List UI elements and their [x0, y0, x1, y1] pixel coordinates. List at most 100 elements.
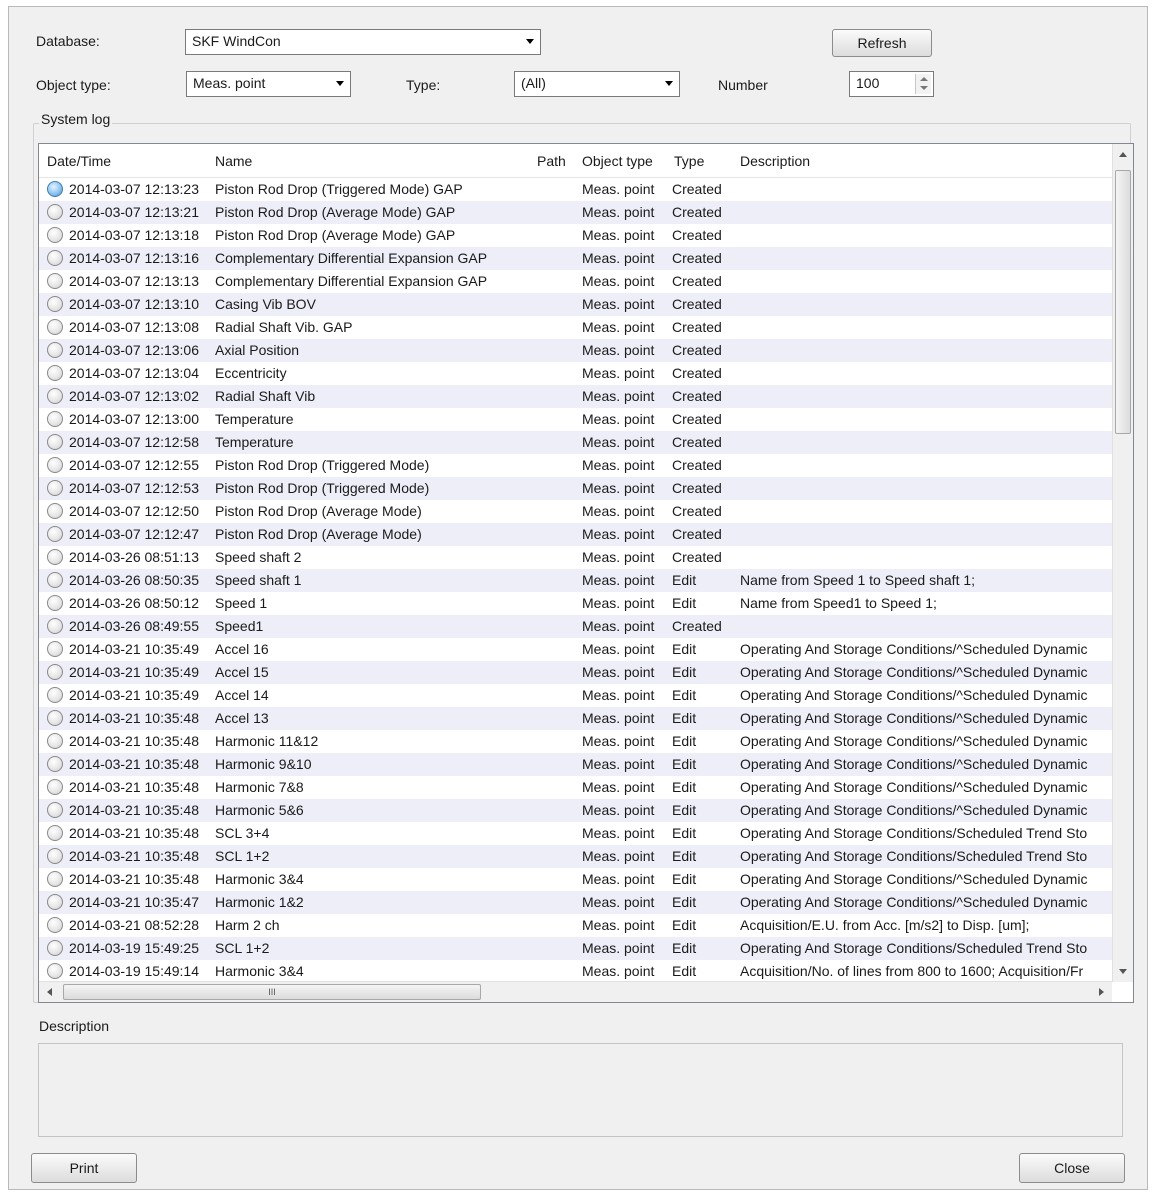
type-combo[interactable]: (All) — [514, 71, 680, 97]
cell-datetime: 2014-03-26 08:50:35 — [69, 572, 199, 588]
table-row[interactable]: 2014-03-21 10:35:48 Harmonic 9&10 Meas. po… — [39, 753, 1112, 776]
cell-type: Created — [672, 273, 722, 289]
cell-description: Operating And Storage Conditions/^Schedu… — [740, 664, 1088, 680]
object-type-value: Meas. point — [193, 75, 266, 91]
table-row[interactable]: 2014-03-21 10:35:48 Harmonic 7&8 Meas. poi… — [39, 776, 1112, 799]
scroll-right-icon[interactable] — [1099, 988, 1104, 996]
table-row[interactable]: 2014-03-19 15:49:14 Harmonic 3&4 Meas. poi… — [39, 960, 1112, 983]
print-button[interactable]: Print — [31, 1153, 137, 1183]
column-header-object-type[interactable]: Object type — [582, 153, 653, 169]
cell-name: Axial Position — [215, 342, 300, 358]
scroll-down-icon[interactable] — [1119, 969, 1127, 974]
table-row[interactable]: 2014-03-07 12:12:50 Piston Rod Drop (Aver… — [39, 500, 1112, 523]
column-header-name[interactable]: Name — [215, 153, 252, 169]
radio-circle-icon — [47, 917, 63, 933]
table-row[interactable]: 2014-03-07 12:12:55 Piston Rod Drop (Trig… — [39, 454, 1112, 477]
table-row[interactable]: 2014-03-07 12:13:23 Piston Rod Drop (Trig… — [39, 178, 1112, 201]
cell-description: Operating And Storage Conditions/^Schedu… — [740, 710, 1088, 726]
cell-name: Piston Rod Drop (Average Mode) GAP — [215, 227, 456, 243]
table-row[interactable]: 2014-03-21 10:35:49 Accel 14 Meas. point Ed… — [39, 684, 1112, 707]
cell-datetime: 2014-03-07 12:13:10 — [69, 296, 199, 312]
spinner-arrows-icon[interactable] — [915, 74, 931, 94]
cell-datetime: 2014-03-07 12:12:58 — [69, 434, 199, 450]
description-textbox[interactable] — [38, 1043, 1123, 1137]
close-button[interactable]: Close — [1019, 1153, 1125, 1183]
database-label: Database: — [36, 33, 100, 49]
table-row[interactable]: 2014-03-07 12:12:53 Piston Rod Drop (Trig… — [39, 477, 1112, 500]
cell-object-type: Meas. point — [582, 250, 655, 266]
radio-circle-icon — [47, 181, 63, 197]
spin-up-icon[interactable] — [920, 77, 928, 81]
column-header-type[interactable]: Type — [674, 153, 704, 169]
table-row[interactable]: 2014-03-26 08:50:12 Speed 1 Meas. point Edi… — [39, 592, 1112, 615]
table-row[interactable]: 2014-03-07 12:13:00 Temperature Meas. poin… — [39, 408, 1112, 431]
table-row[interactable]: 2014-03-21 10:35:48 Harmonic 3&4 Meas. poi… — [39, 868, 1112, 891]
scroll-up-icon[interactable] — [1119, 152, 1127, 157]
cell-type: Created — [672, 526, 722, 542]
table-row[interactable]: 2014-03-07 12:12:58 Temperature Meas. poin… — [39, 431, 1112, 454]
table-row[interactable]: 2014-03-07 12:13:04 Eccentricity Meas. poi… — [39, 362, 1112, 385]
horizontal-scroll-thumb[interactable]: III — [63, 984, 481, 1000]
cell-type: Created — [672, 250, 722, 266]
table-row[interactable]: 2014-03-07 12:13:21 Piston Rod Drop (Aver… — [39, 201, 1112, 224]
scroll-left-icon[interactable] — [47, 988, 52, 996]
radio-circle-icon — [47, 871, 63, 887]
table-row[interactable]: 2014-03-21 10:35:48 SCL 3+4 Meas. point Edi… — [39, 822, 1112, 845]
cell-description: Operating And Storage Conditions/Schedul… — [740, 825, 1088, 841]
table-row[interactable]: 2014-03-21 08:52:28 Harm 2 ch Meas. point E… — [39, 914, 1112, 937]
table-row[interactable]: 2014-03-21 10:35:48 Accel 13 Meas. point Ed… — [39, 707, 1112, 730]
cell-datetime: 2014-03-07 12:13:18 — [69, 227, 199, 243]
radio-circle-icon — [47, 526, 63, 542]
cell-datetime: 2014-03-21 08:52:28 — [69, 917, 199, 933]
cell-type: Created — [672, 296, 722, 312]
table-row[interactable]: 2014-03-07 12:12:47 Piston Rod Drop (Aver… — [39, 523, 1112, 546]
number-value: 100 — [856, 75, 880, 91]
cell-object-type: Meas. point — [582, 526, 655, 542]
database-combo[interactable]: SKF WindCon — [185, 29, 541, 55]
table-row[interactable]: 2014-03-21 10:35:48 Harmonic 5&6 Meas. poi… — [39, 799, 1112, 822]
object-type-combo[interactable]: Meas. point — [186, 71, 351, 97]
cell-name: Harmonic 11&12 — [215, 733, 319, 749]
number-spinner[interactable]: 100 — [849, 71, 934, 97]
cell-type: Created — [672, 388, 722, 404]
table-row[interactable]: 2014-03-21 10:35:48 Harmonic 11&12 Meas. p… — [39, 730, 1112, 753]
table-row[interactable]: 2014-03-21 10:35:48 SCL 1+2 Meas. point Edi… — [39, 845, 1112, 868]
table-row[interactable]: 2014-03-07 12:13:02 Radial Shaft Vib Meas.… — [39, 385, 1112, 408]
cell-type: Edit — [672, 710, 697, 726]
horizontal-scrollbar[interactable]: III — [39, 981, 1112, 1002]
cell-description: Acquisition/No. of lines from 800 to 160… — [740, 963, 1084, 979]
cell-name: Complementary Differential Expansion GAP — [215, 250, 488, 266]
cell-datetime: 2014-03-07 12:13:02 — [69, 388, 199, 404]
list-header: Date/Time Name Path Object type Type Des… — [39, 144, 1112, 178]
system-log-dialog: Database: SKF WindCon Refresh Object typ… — [8, 6, 1148, 1190]
table-row[interactable]: 2014-03-21 10:35:49 Accel 16 Meas. point Ed… — [39, 638, 1112, 661]
system-log-list[interactable]: Date/Time Name Path Object type Type Des… — [38, 143, 1134, 1003]
table-row[interactable]: 2014-03-26 08:50:35 Speed shaft 1 Meas. po… — [39, 569, 1112, 592]
table-row[interactable]: 2014-03-21 10:35:49 Accel 15 Meas. point Ed… — [39, 661, 1112, 684]
cell-type: Edit — [672, 595, 697, 611]
refresh-button[interactable]: Refresh — [832, 29, 932, 57]
table-row[interactable]: 2014-03-07 12:13:08 Radial Shaft Vib. GAP… — [39, 316, 1112, 339]
column-header-description[interactable]: Description — [740, 153, 810, 169]
cell-datetime: 2014-03-21 10:35:48 — [69, 756, 199, 772]
table-row[interactable]: 2014-03-07 12:13:13 Complementary Differe… — [39, 270, 1112, 293]
cell-name: Temperature — [215, 434, 294, 450]
table-row[interactable]: 2014-03-07 12:13:16 Complementary Differe… — [39, 247, 1112, 270]
cell-type: Edit — [672, 756, 697, 772]
radio-circle-icon — [47, 756, 63, 772]
cell-name: Complementary Differential Expansion GAP — [215, 273, 488, 289]
vertical-scroll-thumb[interactable] — [1115, 170, 1131, 434]
table-row[interactable]: 2014-03-21 10:35:47 Harmonic 1&2 Meas. poi… — [39, 891, 1112, 914]
table-row[interactable]: 2014-03-07 12:13:10 Casing Vib BOV Meas. p… — [39, 293, 1112, 316]
radio-circle-icon — [47, 319, 63, 335]
table-row[interactable]: 2014-03-26 08:49:55 Speed1 Meas. point Crea… — [39, 615, 1112, 638]
column-header-datetime[interactable]: Date/Time — [47, 153, 111, 169]
column-header-path[interactable]: Path — [537, 153, 566, 169]
spin-down-icon[interactable] — [920, 86, 928, 90]
radio-circle-icon — [47, 342, 63, 358]
table-row[interactable]: 2014-03-19 15:49:25 SCL 1+2 Meas. point Edi… — [39, 937, 1112, 960]
table-row[interactable]: 2014-03-07 12:13:06 Axial Position Meas. p… — [39, 339, 1112, 362]
table-row[interactable]: 2014-03-26 08:51:13 Speed shaft 2 Meas. po… — [39, 546, 1112, 569]
table-row[interactable]: 2014-03-07 12:13:18 Piston Rod Drop (Aver… — [39, 224, 1112, 247]
vertical-scrollbar[interactable] — [1112, 144, 1133, 982]
